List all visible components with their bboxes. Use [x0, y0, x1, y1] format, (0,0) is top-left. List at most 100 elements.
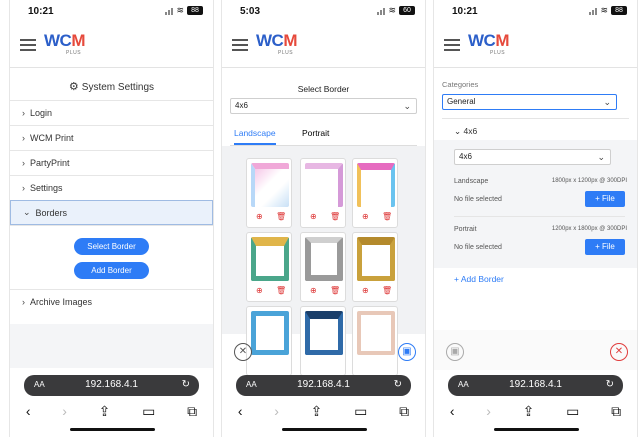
landscape-label: Landscape — [454, 178, 489, 185]
hamburger-icon[interactable] — [20, 39, 36, 51]
portrait-dims: 1200px x 1800px @ 300DPI — [551, 226, 627, 232]
reload-icon[interactable]: ↻ — [394, 379, 402, 390]
signal-icon — [165, 7, 174, 15]
landscape-dims: 1800px x 1200px @ 300DPI — [551, 178, 627, 184]
safari-address-bar[interactable]: AA 192.168.4.1 ↻ — [236, 375, 411, 396]
trash-icon[interactable]: 🗑 — [276, 286, 286, 295]
border-card[interactable]: ⊕ 🗑 — [352, 158, 398, 228]
tab-portrait[interactable]: Portrait — [302, 128, 329, 138]
share-icon[interactable]: ⇪ — [99, 403, 111, 420]
chevron-down-icon: ⌄ — [23, 207, 31, 217]
bookmarks-icon[interactable]: ▭ — [142, 403, 155, 420]
close-icon[interactable]: ✕ — [610, 343, 628, 361]
border-card[interactable] — [300, 306, 346, 376]
safari-address-bar[interactable]: AA 192.168.4.1 ↻ — [448, 375, 623, 396]
zoom-icon[interactable]: ⊕ — [310, 212, 317, 221]
bookmarks-icon[interactable]: ▭ — [566, 403, 579, 420]
size-select[interactable]: 4x6 ⌄ — [454, 149, 611, 165]
category-select-value: General — [447, 97, 476, 106]
trash-icon[interactable]: 🗑 — [330, 212, 340, 221]
zoom-icon[interactable]: ⊕ — [362, 286, 369, 295]
back-icon[interactable]: ‹ — [450, 403, 455, 419]
border-card[interactable]: ⊕ 🗑 — [352, 232, 398, 302]
add-border-button[interactable]: Add Border — [74, 262, 149, 279]
close-icon[interactable]: ✕ — [234, 343, 252, 361]
forward-icon[interactable]: › — [486, 403, 491, 419]
size-section-header[interactable]: ⌄ 4x6 — [454, 126, 477, 137]
phone-select-border: 5:03 ≋ 60 WCM PLUS Select Border 4x6 ⌄ L… — [221, 0, 426, 437]
tabs-icon[interactable]: ⧉ — [399, 403, 409, 420]
forward-icon[interactable]: › — [62, 403, 67, 419]
menu-label: WCM Print — [30, 133, 74, 143]
safari-address-bar[interactable]: AA 192.168.4.1 ↻ — [24, 375, 199, 396]
wcm-logo: WCM PLUS — [44, 32, 85, 56]
url-text: 192.168.4.1 — [297, 379, 350, 390]
tabs-icon[interactable]: ⧉ — [611, 403, 621, 420]
no-file-text: No file selected — [454, 196, 502, 203]
battery-icon: 88 — [187, 6, 203, 15]
menu-label: Borders — [35, 207, 68, 218]
border-card[interactable]: ⊕ 🗑 — [246, 158, 292, 228]
landscape-file-button[interactable]: + File — [585, 191, 625, 207]
safari-toolbar: ‹ › ⇪ ▭ ⧉ — [222, 400, 425, 422]
logo-text-b: M — [495, 31, 509, 50]
zoom-icon[interactable]: ⊕ — [256, 212, 263, 221]
save-icon[interactable]: ▣ — [446, 343, 464, 361]
forward-icon[interactable]: › — [274, 403, 279, 419]
portrait-file-button[interactable]: + File — [585, 239, 625, 255]
status-indicators: ≋ 88 — [589, 5, 627, 16]
add-border-link[interactable]: + Add Border — [454, 274, 504, 284]
phone-system-settings: 10:21 ≋ 88 WCM PLUS ⚙ System Settings › Lo… — [9, 0, 214, 437]
logo-text-a: WC — [44, 31, 72, 50]
trash-icon[interactable]: 🗑 — [276, 212, 286, 221]
border-thumbnail — [305, 311, 343, 355]
app-header: WCM PLUS — [434, 24, 637, 68]
home-indicator — [282, 428, 367, 431]
trash-icon[interactable]: 🗑 — [382, 212, 392, 221]
select-border-button[interactable]: Select Border — [74, 238, 149, 255]
wcm-logo: WCM PLUS — [256, 32, 297, 56]
hamburger-icon[interactable] — [444, 39, 460, 51]
categories-label: Categories — [442, 80, 479, 89]
bookmarks-icon[interactable]: ▭ — [354, 403, 367, 420]
zoom-icon[interactable]: ⊕ — [310, 286, 317, 295]
zoom-icon[interactable]: ⊕ — [256, 286, 263, 295]
page-title: ⚙ System Settings — [10, 80, 213, 93]
border-card[interactable] — [352, 306, 398, 376]
menu-item-login[interactable]: › Login — [10, 100, 213, 125]
reload-icon[interactable]: ↻ — [182, 379, 190, 390]
category-select[interactable]: General ⌄ — [442, 94, 617, 110]
menu-item-borders[interactable]: ⌄ Borders — [10, 200, 213, 225]
chevron-right-icon: › — [22, 133, 25, 143]
border-thumbnail — [251, 311, 289, 355]
border-card[interactable] — [246, 306, 292, 376]
tab-landscape[interactable]: Landscape — [234, 128, 276, 145]
back-icon[interactable]: ‹ — [26, 403, 31, 419]
logo-text-b: M — [283, 31, 297, 50]
share-icon[interactable]: ⇪ — [523, 403, 535, 420]
back-icon[interactable]: ‹ — [238, 403, 243, 419]
tabs-icon[interactable]: ⧉ — [187, 403, 197, 420]
border-card[interactable]: ⊕ 🗑 — [300, 158, 346, 228]
border-card[interactable]: ⊕ 🗑 — [300, 232, 346, 302]
status-bar: 5:03 ≋ 60 — [222, 0, 425, 22]
save-icon[interactable]: ▣ — [398, 343, 416, 361]
zoom-icon[interactable]: ⊕ — [362, 212, 369, 221]
divider — [442, 118, 629, 119]
wifi-icon: ≋ — [600, 5, 608, 15]
reload-icon[interactable]: ↻ — [606, 379, 614, 390]
trash-icon[interactable]: 🗑 — [382, 286, 392, 295]
border-thumbnail — [357, 237, 395, 281]
status-bar: 10:21 ≋ 88 — [10, 0, 213, 22]
size-select[interactable]: 4x6 ⌄ — [230, 98, 417, 114]
border-card[interactable]: ⊕ 🗑 — [246, 232, 292, 302]
hamburger-icon[interactable] — [232, 39, 248, 51]
menu-item-settings[interactable]: › Settings — [10, 175, 213, 200]
menu-item-archive-images[interactable]: › Archive Images — [10, 289, 213, 314]
status-indicators: ≋ 88 — [165, 5, 203, 16]
share-icon[interactable]: ⇪ — [311, 403, 323, 420]
trash-icon[interactable]: 🗑 — [330, 286, 340, 295]
size-select-value: 4x6 — [459, 152, 472, 161]
menu-item-wcm-print[interactable]: › WCM Print — [10, 125, 213, 150]
menu-item-partyprint[interactable]: › PartyPrint — [10, 150, 213, 175]
